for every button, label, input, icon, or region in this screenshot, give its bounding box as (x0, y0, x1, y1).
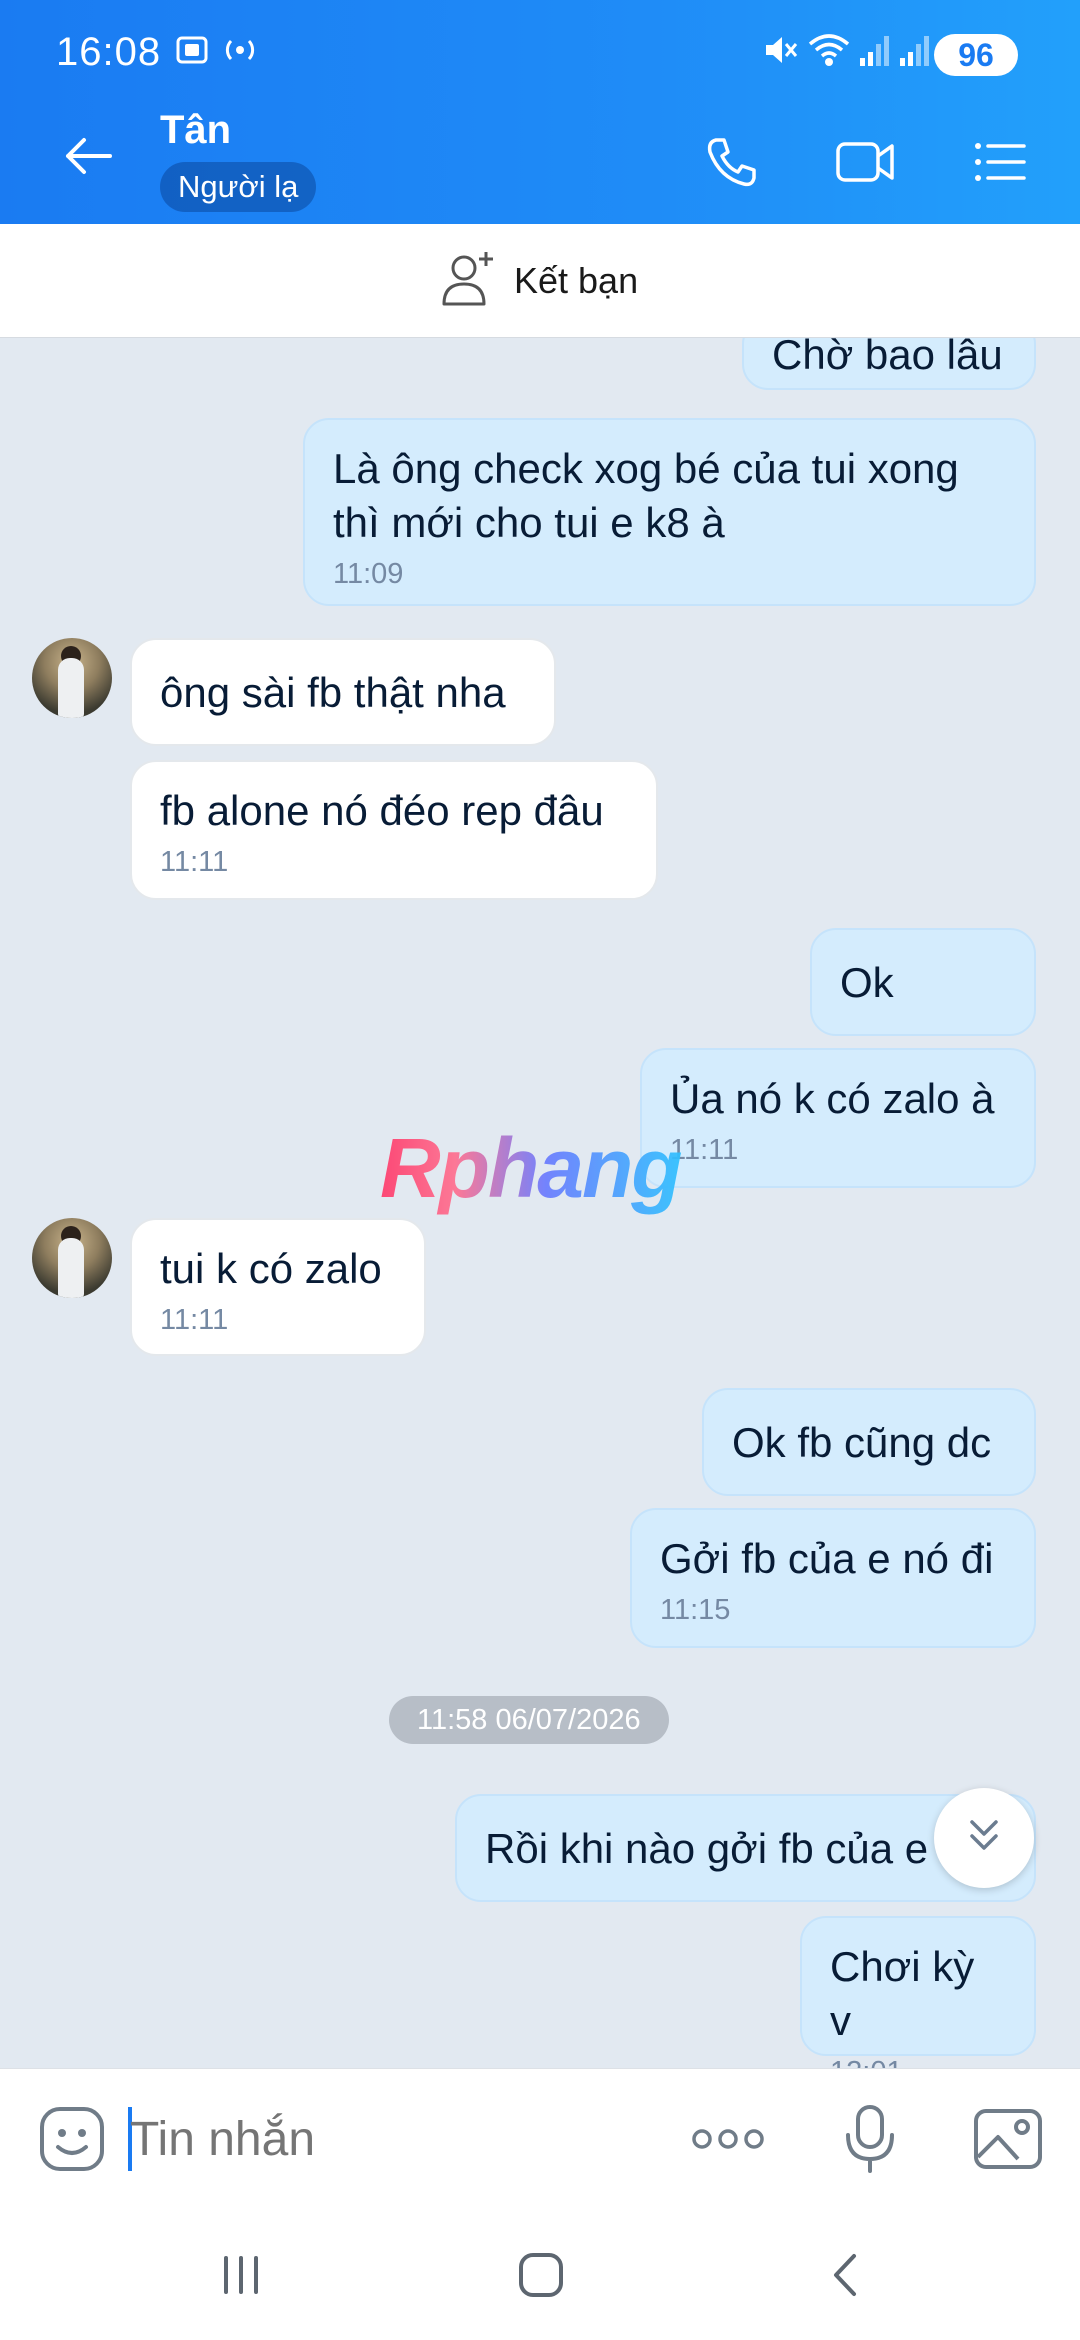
message-time: 11:11 (160, 846, 229, 878)
message-text: Gởi fb của e nó đi (660, 1535, 994, 1582)
wifi-icon (806, 30, 852, 75)
signal-icon-1 (858, 30, 890, 75)
status-time: 16:08 (56, 30, 162, 74)
message-text: ông sài fb thật nha (160, 669, 506, 716)
scroll-to-bottom-button[interactable] (934, 1788, 1034, 1888)
message-text: Là ông check xog bé của tui xong thì mới… (333, 445, 959, 546)
recent-apps-icon[interactable] (216, 2250, 266, 2305)
add-friend-bar: Kết bạn (0, 224, 1080, 338)
image-gallery-icon[interactable] (972, 2103, 1044, 2180)
back-arrow-icon[interactable] (60, 128, 116, 189)
add-user-icon (436, 246, 502, 317)
mute-icon (760, 30, 800, 75)
message-time: 12:01 (830, 2054, 1006, 2068)
message-text: Rồi khi nào gởi fb của e (485, 1825, 929, 1872)
chat-header: 16:08 96 Tân Người lạ (0, 0, 1080, 224)
message-bubble-incoming[interactable]: tui k có zalo 11:11 (130, 1218, 426, 1356)
message-time: 11:11 (670, 1134, 739, 1166)
message-bubble-outgoing[interactable]: Rồi khi nào gởi fb của e Chơi kỳ v 12:01 (800, 1916, 1036, 2068)
message-text: Ok (840, 959, 894, 1006)
message-list[interactable]: Chờ bao lâu Là ông check xog bé của tui … (0, 338, 1080, 2068)
message-text: Chờ bao lâu (772, 338, 1003, 378)
avatar[interactable] (32, 1218, 112, 1298)
message-bubble-incoming[interactable]: ông sài fb thật nha (130, 638, 556, 746)
phone-call-icon[interactable] (702, 132, 762, 197)
message-text: tui k có zalo (160, 1245, 382, 1292)
signal-icon-2 (898, 30, 930, 75)
double-chevron-down-icon (960, 1812, 1008, 1865)
date-separator: 11:58 06/07/2026 (389, 1696, 669, 1744)
avatar[interactable] (32, 638, 112, 718)
message-bubble-outgoing[interactable]: Ok fb cũng dc (702, 1388, 1036, 1496)
home-icon[interactable] (516, 2250, 566, 2305)
message-bubble-outgoing[interactable]: Là ông check xog bé của tui xong thì mới… (303, 418, 1036, 606)
more-options-icon[interactable] (690, 2123, 766, 2160)
microphone-icon[interactable] (842, 2103, 898, 2180)
screenshot-icon (172, 30, 212, 75)
add-friend-button[interactable]: Kết bạn (436, 248, 638, 314)
message-text: Ủa nó k có zalo à (670, 1075, 995, 1122)
message-text: fb alone nó đéo rep đâu (160, 787, 604, 834)
message-text: Ok fb cũng dc (732, 1419, 992, 1466)
system-navigation-bar (0, 2210, 1080, 2340)
message-time: 11:09 (333, 558, 404, 590)
message-time: 11:11 (160, 1304, 229, 1336)
watermark-logo: Rphang (380, 1121, 683, 1215)
message-bubble-outgoing[interactable]: Gởi fb của e nó đi 11:15 (630, 1508, 1036, 1648)
message-input[interactable] (130, 2103, 650, 2175)
hotspot-icon (220, 30, 260, 75)
contact-name[interactable]: Tân (160, 108, 231, 153)
message-bubble-incoming[interactable]: fb alone nó đéo rep đâu 11:11 (130, 760, 658, 900)
message-bubble-outgoing[interactable]: Chờ bao lâu (742, 338, 1036, 390)
status-bar: 16:08 96 (0, 0, 1080, 110)
message-bubble-outgoing[interactable]: Ok (810, 928, 1036, 1036)
video-call-icon[interactable] (834, 132, 898, 197)
back-nav-icon[interactable] (822, 2250, 872, 2305)
message-composer (0, 2068, 1080, 2210)
message-time: 11:15 (660, 1594, 731, 1626)
stranger-badge: Người lạ (160, 162, 317, 212)
message-bubble-outgoing[interactable]: Ủa nó k có zalo à 11:11 (640, 1048, 1036, 1188)
battery-indicator: 96 (934, 34, 1018, 76)
add-friend-label: Kết bạn (514, 260, 639, 301)
message-text: Chơi kỳ v (830, 1943, 975, 2044)
options-list-icon[interactable] (970, 132, 1030, 197)
emoji-sticker-icon[interactable] (36, 2103, 108, 2180)
